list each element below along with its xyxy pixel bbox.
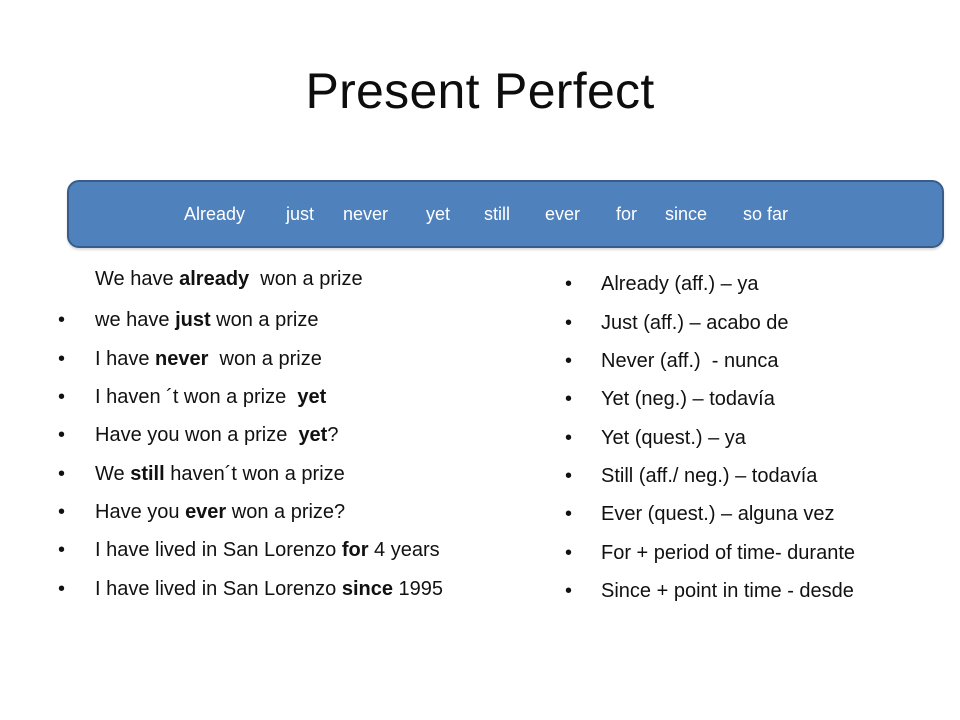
example-item: I haven ´t won a prize yet bbox=[95, 384, 326, 410]
example-text: we have bbox=[95, 309, 176, 331]
keyword-highlight: never bbox=[155, 348, 209, 370]
example-text: Have you bbox=[95, 501, 186, 523]
translation-item: Already (aff.) – ya bbox=[601, 273, 759, 295]
example-item: Have you ever won a prize? bbox=[95, 499, 345, 525]
example-text: Have you won a prize bbox=[95, 424, 299, 446]
example-text: I have lived in San Lorenzo bbox=[95, 539, 342, 561]
keyword-ever: ever bbox=[545, 204, 581, 224]
bullet-icon: • bbox=[565, 273, 573, 295]
example-text: won a prize? bbox=[226, 501, 346, 523]
example-text: 1995 bbox=[392, 578, 444, 600]
bullet-icon: • bbox=[565, 350, 573, 372]
bullet-icon: • bbox=[58, 424, 66, 446]
keyword-banner: Already just never yet still ever for si… bbox=[67, 180, 944, 248]
example-text: won a prize bbox=[208, 348, 322, 370]
bullet-icon: • bbox=[565, 388, 573, 410]
example-text: We bbox=[95, 463, 131, 485]
keyword-highlight: still bbox=[130, 463, 165, 485]
example-item: Have you won a prize yet? bbox=[95, 422, 338, 448]
example-text: I have lived in San Lorenzo bbox=[95, 578, 342, 600]
keyword-for: for bbox=[616, 204, 638, 224]
keyword-highlight: already bbox=[179, 268, 250, 290]
bullet-icon: • bbox=[58, 463, 66, 485]
keyword-list: Already just never yet still ever for si… bbox=[69, 182, 942, 246]
translation-item: Ever (quest.) – alguna vez bbox=[601, 503, 835, 525]
keyword-highlight: yet bbox=[298, 424, 328, 446]
example-item: I have lived in San Lorenzo since 1995 bbox=[95, 576, 443, 602]
translation-item: For + period of time- durante bbox=[601, 542, 856, 564]
translation-item: Yet (neg.) – todavía bbox=[601, 388, 775, 410]
bullet-icon: • bbox=[58, 309, 66, 331]
translation-item: Just (aff.) – acabo de bbox=[601, 312, 789, 334]
slide-title: Present Perfect bbox=[305, 63, 655, 119]
keyword-already: Already bbox=[184, 204, 246, 224]
bullet-icon: • bbox=[565, 465, 573, 487]
example-item: We still haven´t won a prize bbox=[95, 461, 345, 487]
bullet-icon: • bbox=[565, 427, 573, 449]
example-text: We have bbox=[95, 268, 180, 290]
example-item: I have lived in San Lorenzo for 4 years bbox=[95, 537, 440, 563]
keyword-since: since bbox=[665, 204, 708, 224]
keyword-so-far: so far bbox=[743, 204, 789, 224]
keyword-highlight: for bbox=[341, 539, 369, 561]
translation-item: Since + point in time - desde bbox=[601, 580, 854, 602]
bullet-icon: • bbox=[565, 580, 573, 602]
keyword-highlight: just bbox=[175, 309, 211, 331]
example-text: 4 years bbox=[368, 539, 440, 561]
example-text: won a prize bbox=[210, 309, 319, 331]
keyword-highlight: ever bbox=[185, 501, 227, 523]
bullet-icon: • bbox=[58, 386, 66, 408]
example-item: I have never won a prize bbox=[95, 346, 322, 372]
keyword-highlight: since bbox=[341, 578, 393, 600]
bullet-icon: • bbox=[58, 539, 66, 561]
example-text: ? bbox=[327, 424, 339, 446]
bullet-icon: • bbox=[565, 542, 573, 564]
bullet-icon: • bbox=[58, 578, 66, 600]
translation-item: Still (aff./ neg.) – todavía bbox=[601, 465, 818, 487]
keyword-still: still bbox=[484, 204, 510, 224]
translation-item: Yet (quest.) – ya bbox=[601, 427, 746, 449]
bullet-icon: • bbox=[58, 348, 66, 370]
example-text: won a prize bbox=[249, 268, 363, 290]
example-text: haven´t won a prize bbox=[164, 463, 345, 485]
bullet-icon: • bbox=[565, 312, 573, 334]
example-item: we have just won a prize bbox=[95, 307, 318, 333]
example-text: I have bbox=[95, 348, 156, 370]
slide: Present Perfect Already just never yet s… bbox=[0, 0, 960, 720]
keyword-yet: yet bbox=[426, 204, 451, 224]
example-header: We have already won a prize bbox=[95, 266, 363, 292]
keyword-never: never bbox=[343, 204, 389, 224]
keyword-just: just bbox=[286, 204, 315, 224]
bullet-icon: • bbox=[565, 503, 573, 525]
keyword-highlight: yet bbox=[297, 386, 327, 408]
bullet-icon: • bbox=[58, 501, 66, 523]
example-text: I haven ´t won a prize bbox=[95, 386, 298, 408]
translation-item: Never (aff.) - nunca bbox=[601, 350, 779, 372]
